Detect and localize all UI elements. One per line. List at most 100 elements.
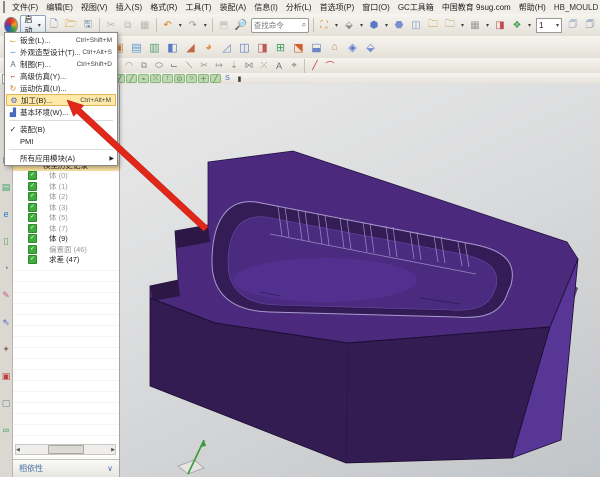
new-file-icon[interactable]: 🗋	[46, 17, 62, 33]
open-icon[interactable]: 🗁	[63, 17, 79, 33]
separator[interactable]	[212, 18, 213, 32]
tree-row[interactable]: ✓ 求差 (47)	[13, 255, 119, 266]
feature-checkbox[interactable]: ✓	[28, 192, 37, 201]
web-browser-icon[interactable]: e	[0, 208, 12, 220]
orient-view-icon[interactable]: ⬙	[341, 17, 357, 33]
start-menu-item[interactable]: ▟ 基本环境(W)...	[6, 106, 116, 118]
start-menu-item[interactable]	[9, 149, 113, 150]
menu-bar-item[interactable]: 首选项(P)	[316, 0, 359, 14]
existing-point-snap-icon[interactable]: ○	[186, 74, 197, 83]
section-view-icon[interactable]: ◨	[492, 17, 508, 33]
mirror-curve-icon[interactable]: ⋈	[242, 59, 256, 72]
sphere-icon[interactable]: ◈	[344, 39, 361, 56]
mid-point-snap-icon[interactable]: ╱	[126, 74, 137, 83]
feature-checkbox[interactable]: ✓	[28, 203, 37, 212]
edge-blend-icon[interactable]: ◕	[200, 39, 217, 56]
tree-row[interactable]: ✓ 体 (3)	[13, 202, 119, 213]
start-menu-item[interactable]: A 制图(F)... Ctrl+Shift+D	[6, 58, 116, 70]
menu-bar-item[interactable]: 文件(F)	[8, 0, 42, 14]
redo-icon[interactable]: ↷	[185, 17, 201, 33]
menu-bar-item[interactable]: 编辑(E)	[42, 0, 77, 14]
tree-row[interactable]: ✓ 体 (1)	[13, 181, 119, 192]
work-layer-combo[interactable]: 1 ▾	[536, 18, 562, 33]
pattern-curve-icon[interactable]: ⧉	[137, 59, 151, 72]
sew-icon[interactable]: ⬓	[308, 39, 325, 56]
save-icon[interactable]: 🖫	[80, 17, 96, 33]
feature-checkbox[interactable]: ✓	[28, 182, 37, 191]
extend-curve-icon[interactable]: ↦	[212, 59, 226, 72]
rendering-style-icon[interactable]: ⬣	[391, 17, 407, 33]
feature-checkbox[interactable]: ✓	[28, 171, 37, 180]
layout-dropdown[interactable]: ▾	[459, 17, 466, 33]
separator[interactable]	[99, 18, 100, 32]
shell-icon[interactable]: ◧	[164, 39, 181, 56]
graphics-viewport[interactable]	[120, 84, 600, 477]
menu-bar-item[interactable]: 视图(V)	[77, 0, 112, 14]
wireframe-view-icon[interactable]: ◫	[408, 17, 424, 33]
cut-icon[interactable]: ✂	[103, 17, 119, 33]
start-menu-item[interactable]: ✓ 装配(B)	[6, 123, 116, 135]
background-dropdown[interactable]: ▾	[484, 17, 491, 33]
feature-checkbox[interactable]: ✓	[28, 255, 37, 264]
home-view-icon[interactable]: ⌂	[326, 39, 343, 56]
tangent-snap-icon[interactable]: S	[222, 74, 233, 83]
background-icon[interactable]: ▦	[467, 17, 483, 33]
cube-view-icon[interactable]: ⬙	[362, 39, 379, 56]
scroll-right-icon[interactable]: ▶	[111, 447, 115, 453]
scrollbar-thumb[interactable]	[48, 445, 84, 454]
undo-icon[interactable]: ↶	[160, 17, 176, 33]
menu-bar-item[interactable]: 信息(I)	[250, 0, 282, 14]
menu-bar-item[interactable]: 格式(R)	[146, 0, 181, 14]
start-menu-item[interactable]: ∽ 外观造型设计(T)... Ctrl+Alt+S	[6, 46, 116, 58]
draft-icon[interactable]: ◿	[218, 39, 235, 56]
dependencies-panel-header[interactable]: 相依性 ∨	[13, 459, 119, 477]
intersection-snap-icon[interactable]: ⤬	[150, 74, 161, 83]
touch-mode-icon[interactable]: ⬒	[216, 17, 232, 33]
quadrant-snap-icon[interactable]: ⊙	[174, 74, 185, 83]
menu-bar-item[interactable]: 工具(T)	[181, 0, 215, 14]
rib-icon[interactable]: ▥	[146, 39, 163, 56]
process-studio-icon[interactable]: ⇖	[0, 316, 12, 328]
chamfer-curve-icon[interactable]: ⟍	[182, 59, 196, 72]
feature-checkbox[interactable]: ✓	[28, 224, 37, 233]
work-layer-icon[interactable]: 🗇	[565, 17, 581, 33]
start-menu-item[interactable]: ⌐ 高级仿真(Y)...	[6, 70, 116, 82]
tree-row[interactable]: ✓ 体 (2)	[13, 192, 119, 203]
clip-section-dropdown[interactable]: ▾	[526, 17, 533, 33]
patch-icon[interactable]: ⬔	[290, 39, 307, 56]
scroll-left-icon[interactable]: ◀	[16, 447, 20, 453]
paste-icon[interactable]: ▦	[137, 17, 153, 33]
menu-bar-item[interactable]: 插入(S)	[112, 0, 147, 14]
layer-settings-icon[interactable]: 🗇	[582, 17, 598, 33]
menu-bar-item[interactable]: HB_MOULD M6.6	[550, 0, 600, 14]
dependencies-icon[interactable]: ∞	[0, 424, 12, 436]
undo-dropdown[interactable]: ▾	[177, 17, 184, 33]
clip-section-icon[interactable]: ❖	[509, 17, 525, 33]
chamfer-icon[interactable]: ◢	[182, 39, 199, 56]
collapse-chevron-icon[interactable]: ∨	[107, 464, 113, 473]
menu-bar-item[interactable]: 中国教育 9sug.com	[438, 0, 515, 14]
start-menu-item[interactable]	[9, 120, 113, 121]
tree-row[interactable]: ✓ 体 (9)	[13, 234, 119, 245]
layout-icon[interactable]: 🗀	[442, 17, 458, 33]
start-menu-item[interactable]: 所有应用模块(A) ▶	[6, 152, 116, 164]
offset-curve-icon[interactable]: ◠	[122, 59, 136, 72]
shaded-view-icon[interactable]: ⬢	[366, 17, 382, 33]
tree-row[interactable]: ✓ 偏置面 (46)	[13, 244, 119, 255]
notebook-icon[interactable]: ▮	[234, 74, 245, 83]
separator[interactable]	[156, 18, 157, 32]
start-menu-item[interactable]: ⌙ 钣金(L)... Ctrl+Shift+M	[6, 34, 116, 46]
menu-bar-item[interactable]: 装配(A)	[216, 0, 251, 14]
scene-icon[interactable]: ▢	[0, 397, 12, 409]
start-menu-item[interactable]: PMI	[6, 135, 116, 147]
red-arc-icon[interactable]: ⌒	[323, 59, 337, 72]
machining-wizard-icon[interactable]: ✦	[0, 343, 12, 355]
menu-bar-item[interactable]: 分析(L)	[282, 0, 316, 14]
search-icon[interactable]: ⌕	[302, 20, 306, 30]
tree-row[interactable]: ✓ 体 (7)	[13, 223, 119, 234]
fit-view-dropdown[interactable]: ▾	[333, 17, 340, 33]
constraint-navigator-icon[interactable]: ▤	[0, 181, 12, 193]
pad-icon[interactable]: ▤	[128, 39, 145, 56]
trim-body-icon[interactable]: ◫	[236, 39, 253, 56]
separator[interactable]	[304, 59, 305, 73]
